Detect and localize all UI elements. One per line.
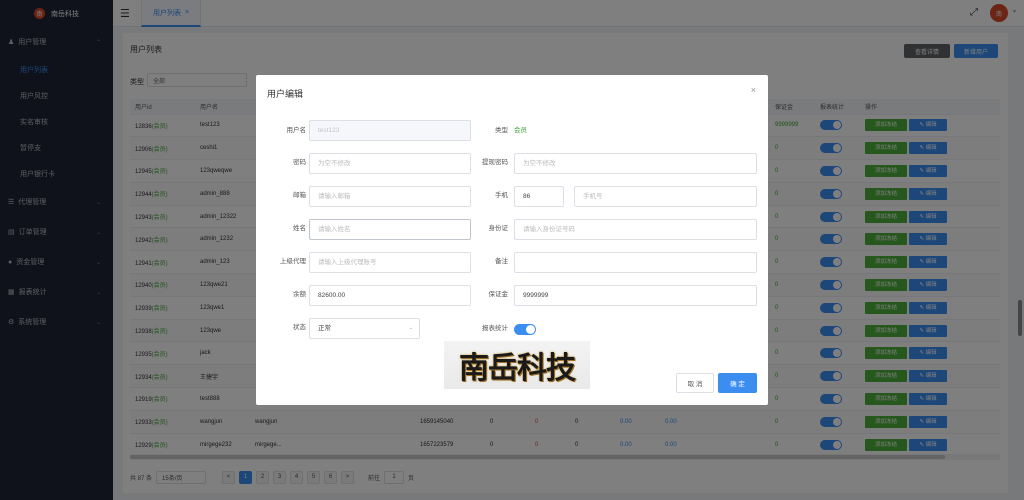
phone-code-input[interactable]: 86 (514, 186, 564, 207)
report-stats-toggle[interactable] (514, 324, 536, 335)
password-input[interactable]: 为空不修改 (309, 153, 471, 174)
balance-label: 余额 (293, 291, 306, 298)
username-label: 用户名 (286, 127, 307, 134)
phone-input[interactable]: 手机号 (574, 186, 757, 207)
watermark-logo: 南岳科技 (444, 341, 590, 389)
confirm-button[interactable]: 确 定 (718, 373, 757, 393)
report-stats-label: 报表统计 (482, 325, 508, 332)
type-label: 类型 (495, 127, 508, 134)
deposit-input[interactable]: 9999999 (514, 285, 757, 306)
withdraw-password-label: 提现密码 (482, 159, 508, 166)
remark-label: 备注 (495, 258, 508, 265)
chevron-down-icon: ⌄ (408, 325, 413, 331)
agent-input[interactable]: 请输入上级代理账号 (309, 252, 471, 273)
status-value: 正常 (318, 325, 331, 332)
email-input[interactable]: 请输入邮箱 (309, 186, 471, 207)
close-icon[interactable]: × (751, 85, 756, 95)
name-label: 姓名 (293, 225, 306, 232)
phone-label: 手机 (495, 192, 508, 199)
name-input[interactable]: 请输入姓名 (309, 219, 471, 240)
status-label: 状态 (293, 324, 306, 331)
user-edit-dialog: 用户编辑 × 用户名 test123 类型 会员 密码 为空不修改 提现密码 为… (256, 75, 768, 405)
username-field: test123 (309, 120, 471, 141)
withdraw-password-input[interactable]: 为空不修改 (514, 153, 757, 174)
remark-input[interactable] (514, 252, 757, 273)
dialog-title: 用户编辑 (267, 89, 304, 99)
email-label: 邮箱 (293, 192, 306, 199)
deposit-label: 保证金 (488, 291, 509, 298)
idcard-label: 身份证 (488, 225, 509, 232)
status-select[interactable]: 正常 ⌄ (309, 318, 420, 339)
agent-label: 上级代理 (280, 258, 306, 265)
password-label: 密码 (293, 159, 306, 166)
balance-input[interactable]: 82600.00 (309, 285, 471, 306)
type-value: 会员 (514, 127, 527, 134)
idcard-input[interactable]: 请输入身份证号码 (514, 219, 757, 240)
cancel-button[interactable]: 取 消 (676, 373, 714, 393)
